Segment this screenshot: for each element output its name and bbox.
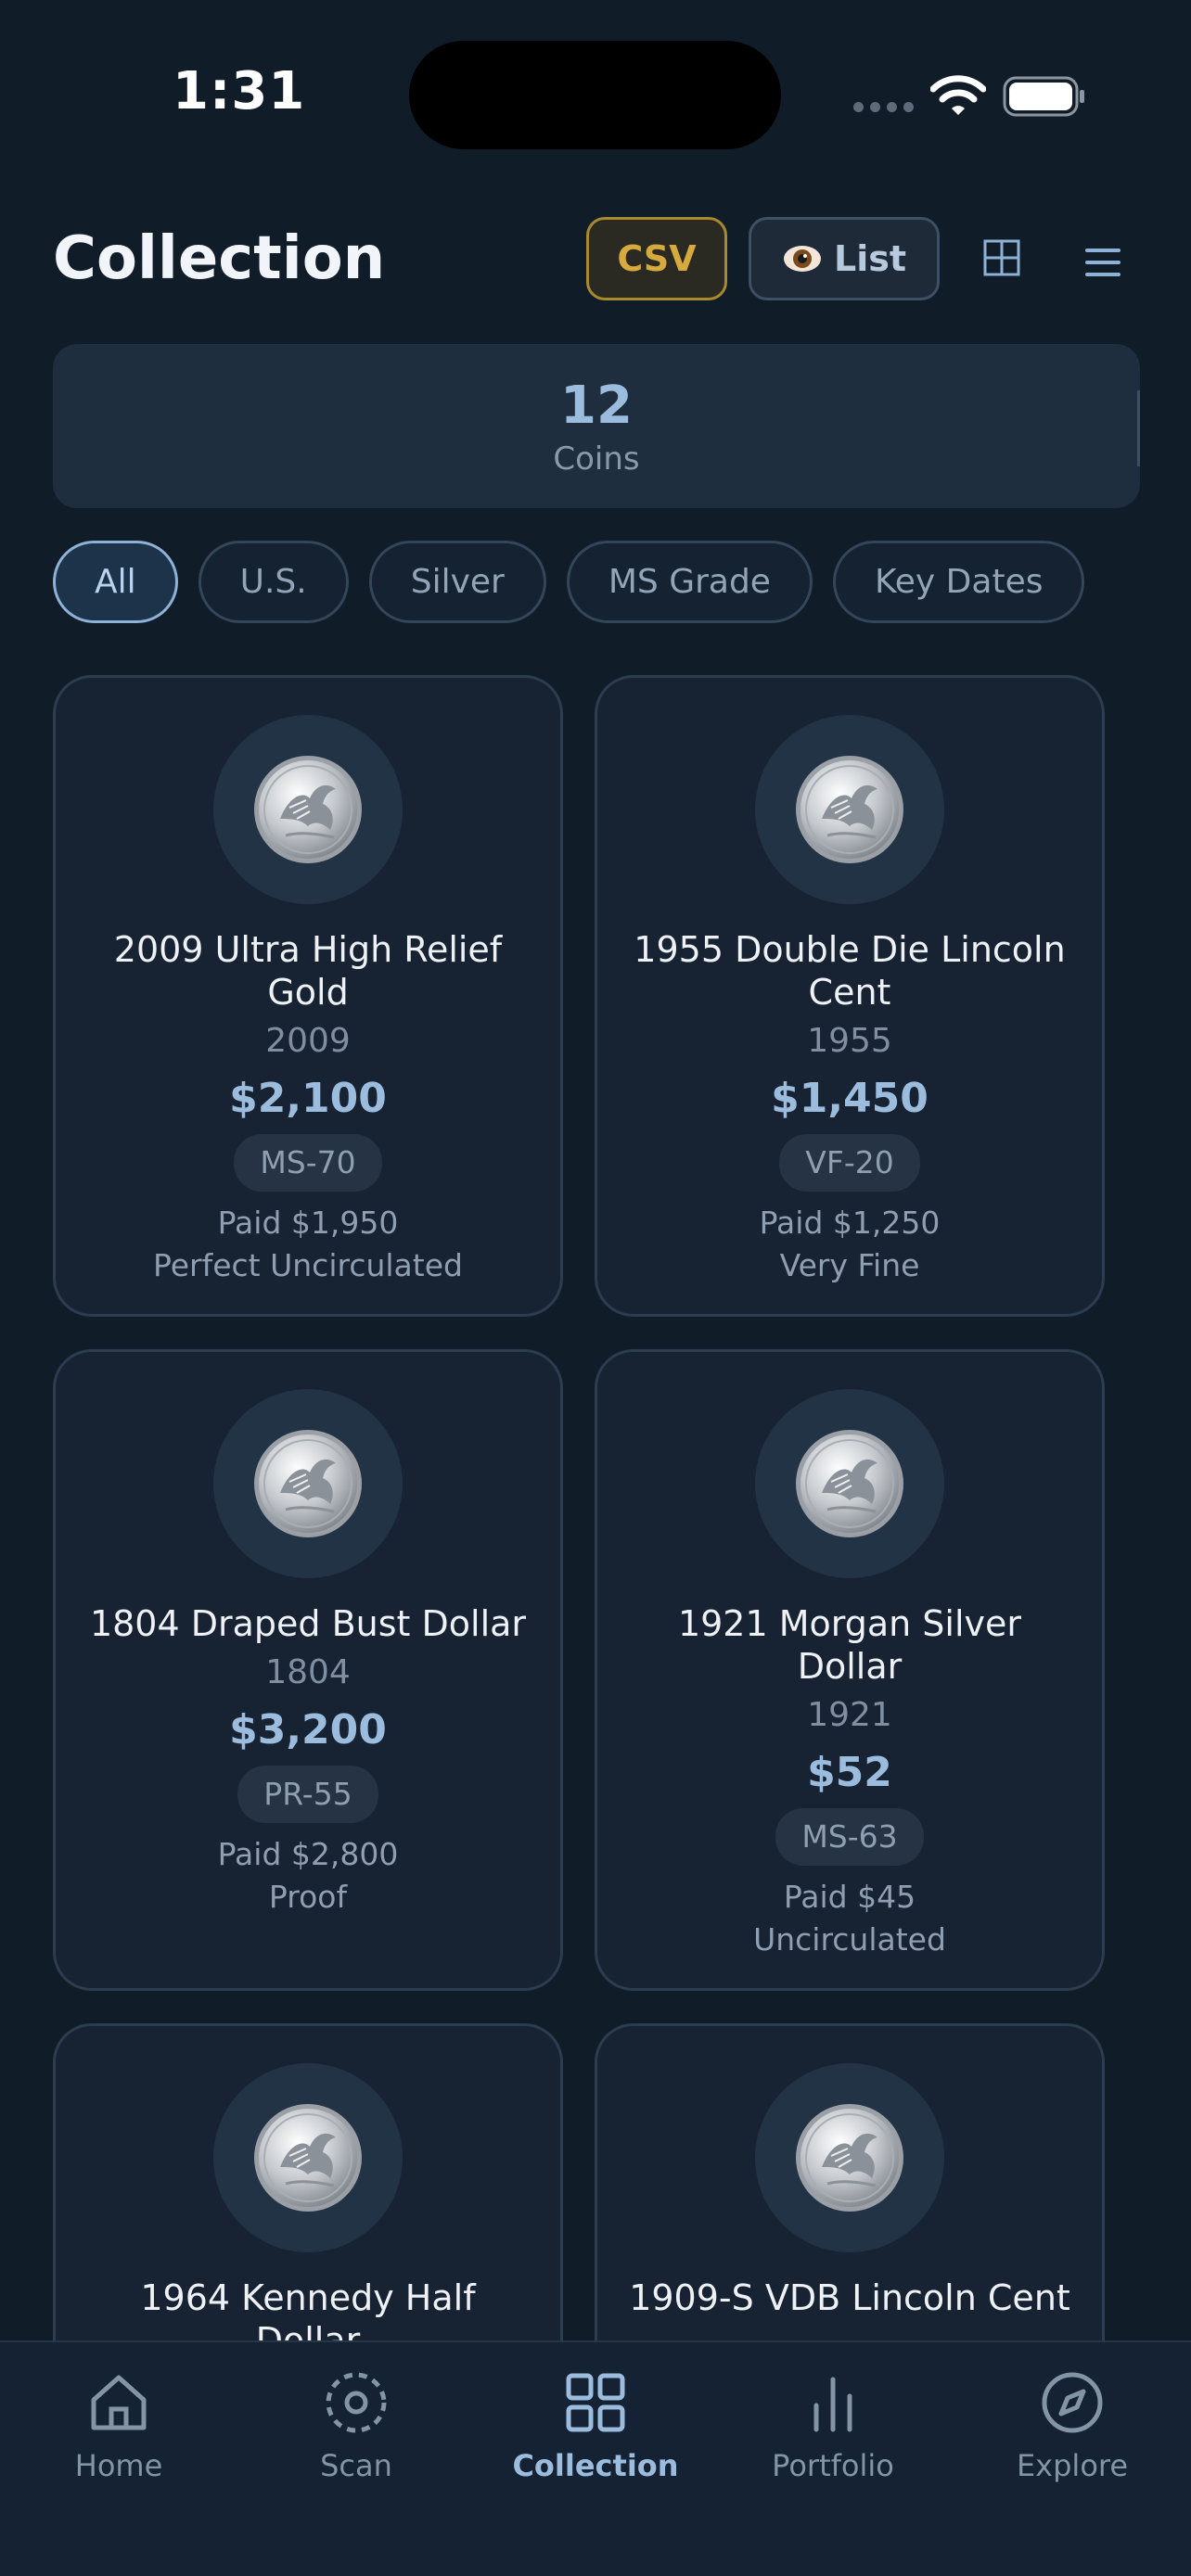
coin-image-icon (794, 2102, 905, 2213)
status-time: 1:31 (173, 61, 306, 121)
coin-condition: Perfect Uncirculated (153, 1247, 463, 1283)
coin-year: 1921 (807, 1696, 892, 1734)
coin-card[interactable]: 1964 Kennedy Half Dollar (53, 2023, 563, 2344)
filter-chip-key-dates[interactable]: Key Dates (832, 541, 1085, 623)
coin-card[interactable]: 1804 Draped Bust Dollar 1804 $3,200 PR-5… (53, 1349, 563, 1991)
coin-value: $2,100 (229, 1075, 387, 1122)
filter-chip-all[interactable]: All (53, 541, 178, 623)
coin-paid: Paid $2,800 (217, 1836, 399, 1872)
coin-paid: Paid $1,250 (759, 1205, 941, 1241)
coin-thumbnail (755, 715, 944, 904)
coin-year: 1804 (265, 1653, 351, 1691)
tab-home[interactable]: Home (17, 2370, 221, 2483)
tab-portfolio-label: Portfolio (772, 2448, 894, 2483)
coin-name: 1921 Morgan Silver Dollar (677, 1603, 1022, 1687)
coin-value: $52 (807, 1749, 892, 1796)
status-bar: 1:31 (0, 0, 1191, 185)
coin-card[interactable]: 1909-S VDB Lincoln Cent (595, 2023, 1105, 2344)
tab-explore[interactable]: Explore (970, 2370, 1174, 2483)
cellular-signal-icon (853, 102, 914, 112)
tab-bar: Home Scan Collection Portfolio Explore (0, 2340, 1191, 2576)
tab-collection-label: Collection (512, 2448, 679, 2483)
coin-thumbnail (213, 1389, 403, 1578)
tab-explore-label: Explore (1016, 2448, 1129, 2483)
coin-image-icon (252, 754, 364, 865)
coin-value: $1,450 (771, 1075, 928, 1122)
coin-image-icon (794, 1428, 905, 1539)
coin-name: 1964 Kennedy Half Dollar (140, 2277, 476, 2344)
filter-chip-silver[interactable]: Silver (368, 541, 546, 623)
battery-icon (1003, 76, 1084, 117)
coin-year: 2009 (265, 1022, 351, 1060)
coin-card[interactable]: 1955 Double Die Lincoln Cent 1955 $1,450… (595, 675, 1105, 1317)
coin-name: 1955 Double Die Lincoln Cent (634, 929, 1066, 1013)
coin-thumbnail (755, 1389, 944, 1578)
page-title: Collection (53, 224, 386, 293)
collection-summary: 12 Coins (53, 344, 1140, 508)
filter-chips: All U.S. Silver MS Grade Key Dates (53, 541, 1085, 623)
list-button-label: List (833, 238, 907, 279)
eye-icon (783, 246, 821, 272)
tab-scan-label: Scan (320, 2448, 392, 2483)
coin-paid: Paid $1,950 (217, 1205, 399, 1241)
scan-icon (326, 2372, 387, 2433)
coin-condition: Very Fine (779, 1247, 920, 1283)
tab-home-label: Home (74, 2448, 163, 2483)
coin-image-icon (252, 2102, 364, 2213)
coin-thumbnail (213, 2063, 403, 2252)
coin-grid: 2009 Ultra High Relief Gold 2009 $2,100 … (53, 675, 1105, 2344)
wifi-icon (930, 75, 986, 115)
coin-value: $3,200 (229, 1706, 387, 1753)
csv-button-label: CSV (617, 238, 697, 279)
grid-icon (566, 2373, 625, 2432)
dynamic-island (409, 41, 781, 149)
coin-name: 2009 Ultra High Relief Gold (113, 929, 503, 1013)
menu-icon[interactable] (1085, 247, 1121, 278)
grid-view-icon[interactable] (981, 237, 1022, 278)
tab-collection[interactable]: Collection (493, 2370, 698, 2483)
coin-name: 1909-S VDB Lincoln Cent (629, 2277, 1070, 2318)
export-csv-button[interactable]: CSV (586, 217, 727, 300)
filter-chip-ms-grade[interactable]: MS Grade (566, 541, 813, 623)
coin-year: 1955 (807, 1022, 892, 1060)
grade-badge: MS-63 (775, 1808, 924, 1866)
tab-portfolio[interactable]: Portfolio (731, 2370, 935, 2483)
list-view-button[interactable]: List (749, 217, 940, 300)
home-icon (91, 2375, 147, 2430)
coin-image-icon (794, 754, 905, 865)
grade-badge: PR-55 (237, 1766, 378, 1823)
coin-thumbnail (213, 715, 403, 904)
coin-paid: Paid $45 (783, 1879, 916, 1915)
coin-count: 12 (560, 376, 633, 436)
coin-card[interactable]: 1921 Morgan Silver Dollar 1921 $52 MS-63… (595, 1349, 1105, 1991)
coin-name: 1804 Draped Bust Dollar (89, 1603, 527, 1644)
compass-icon (1042, 2372, 1103, 2433)
coin-condition: Uncirculated (753, 1921, 946, 1958)
coin-thumbnail (755, 2063, 944, 2252)
grade-badge: VF-20 (779, 1134, 920, 1192)
coin-condition: Proof (268, 1879, 348, 1915)
header: Collection CSV List (0, 204, 1191, 315)
grade-badge: MS-70 (234, 1134, 382, 1192)
coin-card[interactable]: 2009 Ultra High Relief Gold 2009 $2,100 … (53, 675, 563, 1317)
coin-count-label: Coins (553, 440, 640, 478)
coin-image-icon (252, 1428, 364, 1539)
tab-scan[interactable]: Scan (254, 2370, 458, 2483)
bar-chart-icon (813, 2377, 852, 2432)
filter-chip-us[interactable]: U.S. (198, 541, 349, 623)
